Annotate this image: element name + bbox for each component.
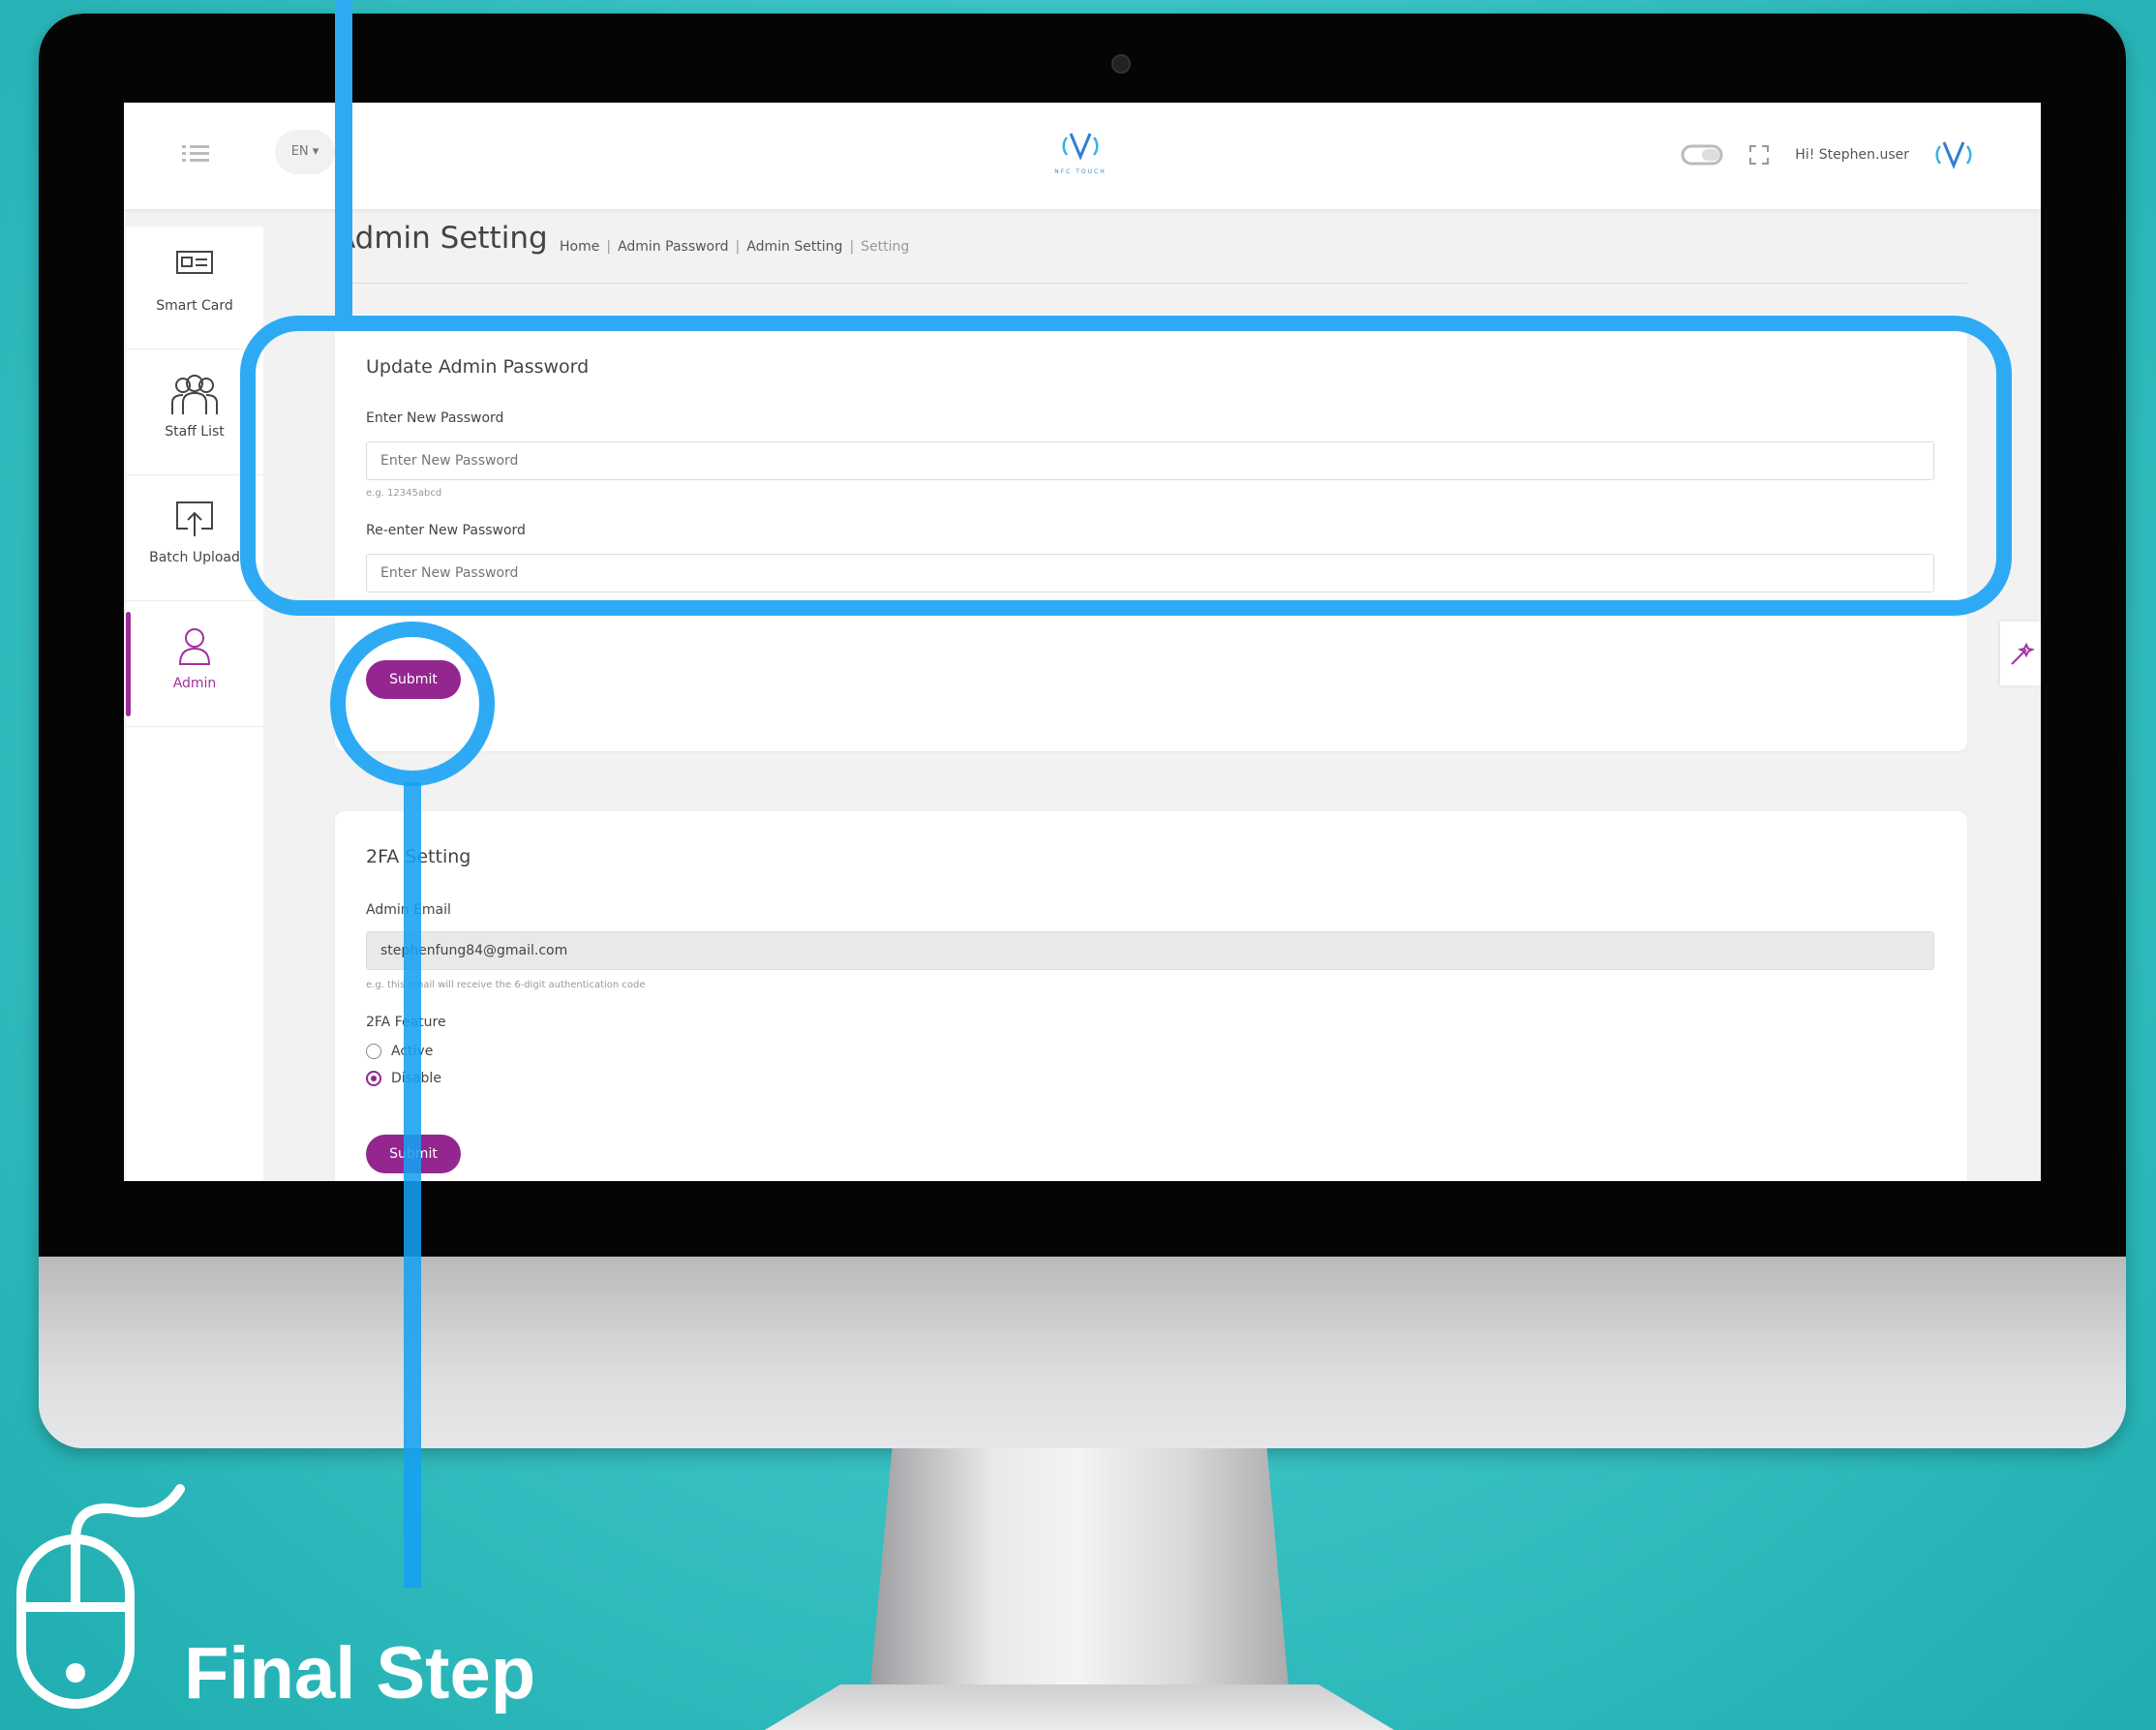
title-divider [335, 283, 1967, 284]
step-caption: Final Step [184, 1632, 536, 1715]
page-title: Admin Setting [335, 221, 548, 256]
top-bar-actions: Hi! Stephen.user [1681, 134, 1973, 176]
user-icon [178, 628, 211, 665]
radio-button[interactable] [366, 1044, 381, 1059]
monitor-stand-base [765, 1684, 1394, 1730]
user-avatar-icon[interactable] [1934, 138, 1973, 171]
radio-button-selected[interactable] [366, 1071, 381, 1086]
top-bar: EN ▾ NFC TOUCH Hi! Stephen.user [124, 103, 2041, 209]
sidebar-item-label: Admin [172, 676, 217, 691]
admin-email-field [366, 931, 1934, 970]
nfc-logo-icon [1062, 133, 1099, 161]
callout-line-top [335, 0, 352, 325]
user-greeting[interactable]: Hi! Stephen.user [1795, 147, 1909, 163]
mouse-icon [16, 1484, 185, 1709]
brand-logo: NFC TOUCH [1053, 130, 1108, 178]
breadcrumb-admin-password[interactable]: Admin Password [618, 239, 728, 255]
breadcrumb: Home | Admin Password | Admin Setting | Settin… [560, 239, 910, 255]
password-fields-highlight [240, 316, 2012, 616]
magic-wand-icon [2011, 642, 2035, 665]
radio-active[interactable]: Active [366, 1044, 433, 1059]
breadcrumb-current: Setting [861, 239, 910, 255]
sidebar-item-admin[interactable]: Admin [126, 604, 263, 727]
fullscreen-icon[interactable] [1748, 144, 1770, 166]
submit-button-highlight [330, 622, 495, 786]
sidebar-item-smart-card[interactable]: Smart Card [126, 227, 263, 349]
breadcrumb-home[interactable]: Home [560, 239, 599, 255]
monitor-chin [39, 1257, 2126, 1448]
customizer-tab[interactable] [2000, 622, 2041, 685]
webcam [1111, 54, 1131, 74]
language-selector[interactable]: EN ▾ [275, 130, 335, 174]
id-card-icon [176, 251, 213, 274]
people-icon [171, 375, 218, 414]
breadcrumb-admin-setting[interactable]: Admin Setting [746, 239, 842, 255]
sidebar-item-label: Smart Card [156, 298, 233, 314]
menu-icon[interactable] [182, 143, 209, 165]
callout-line-bottom [404, 782, 421, 1588]
upload-icon [176, 501, 213, 536]
toggle-icon[interactable] [1681, 143, 1723, 167]
twofa-settings-card: 2FA Setting Admin Email e.g. this email … [335, 811, 1967, 1181]
active-indicator [126, 612, 131, 716]
brand-text: NFC TOUCH [1054, 168, 1107, 175]
